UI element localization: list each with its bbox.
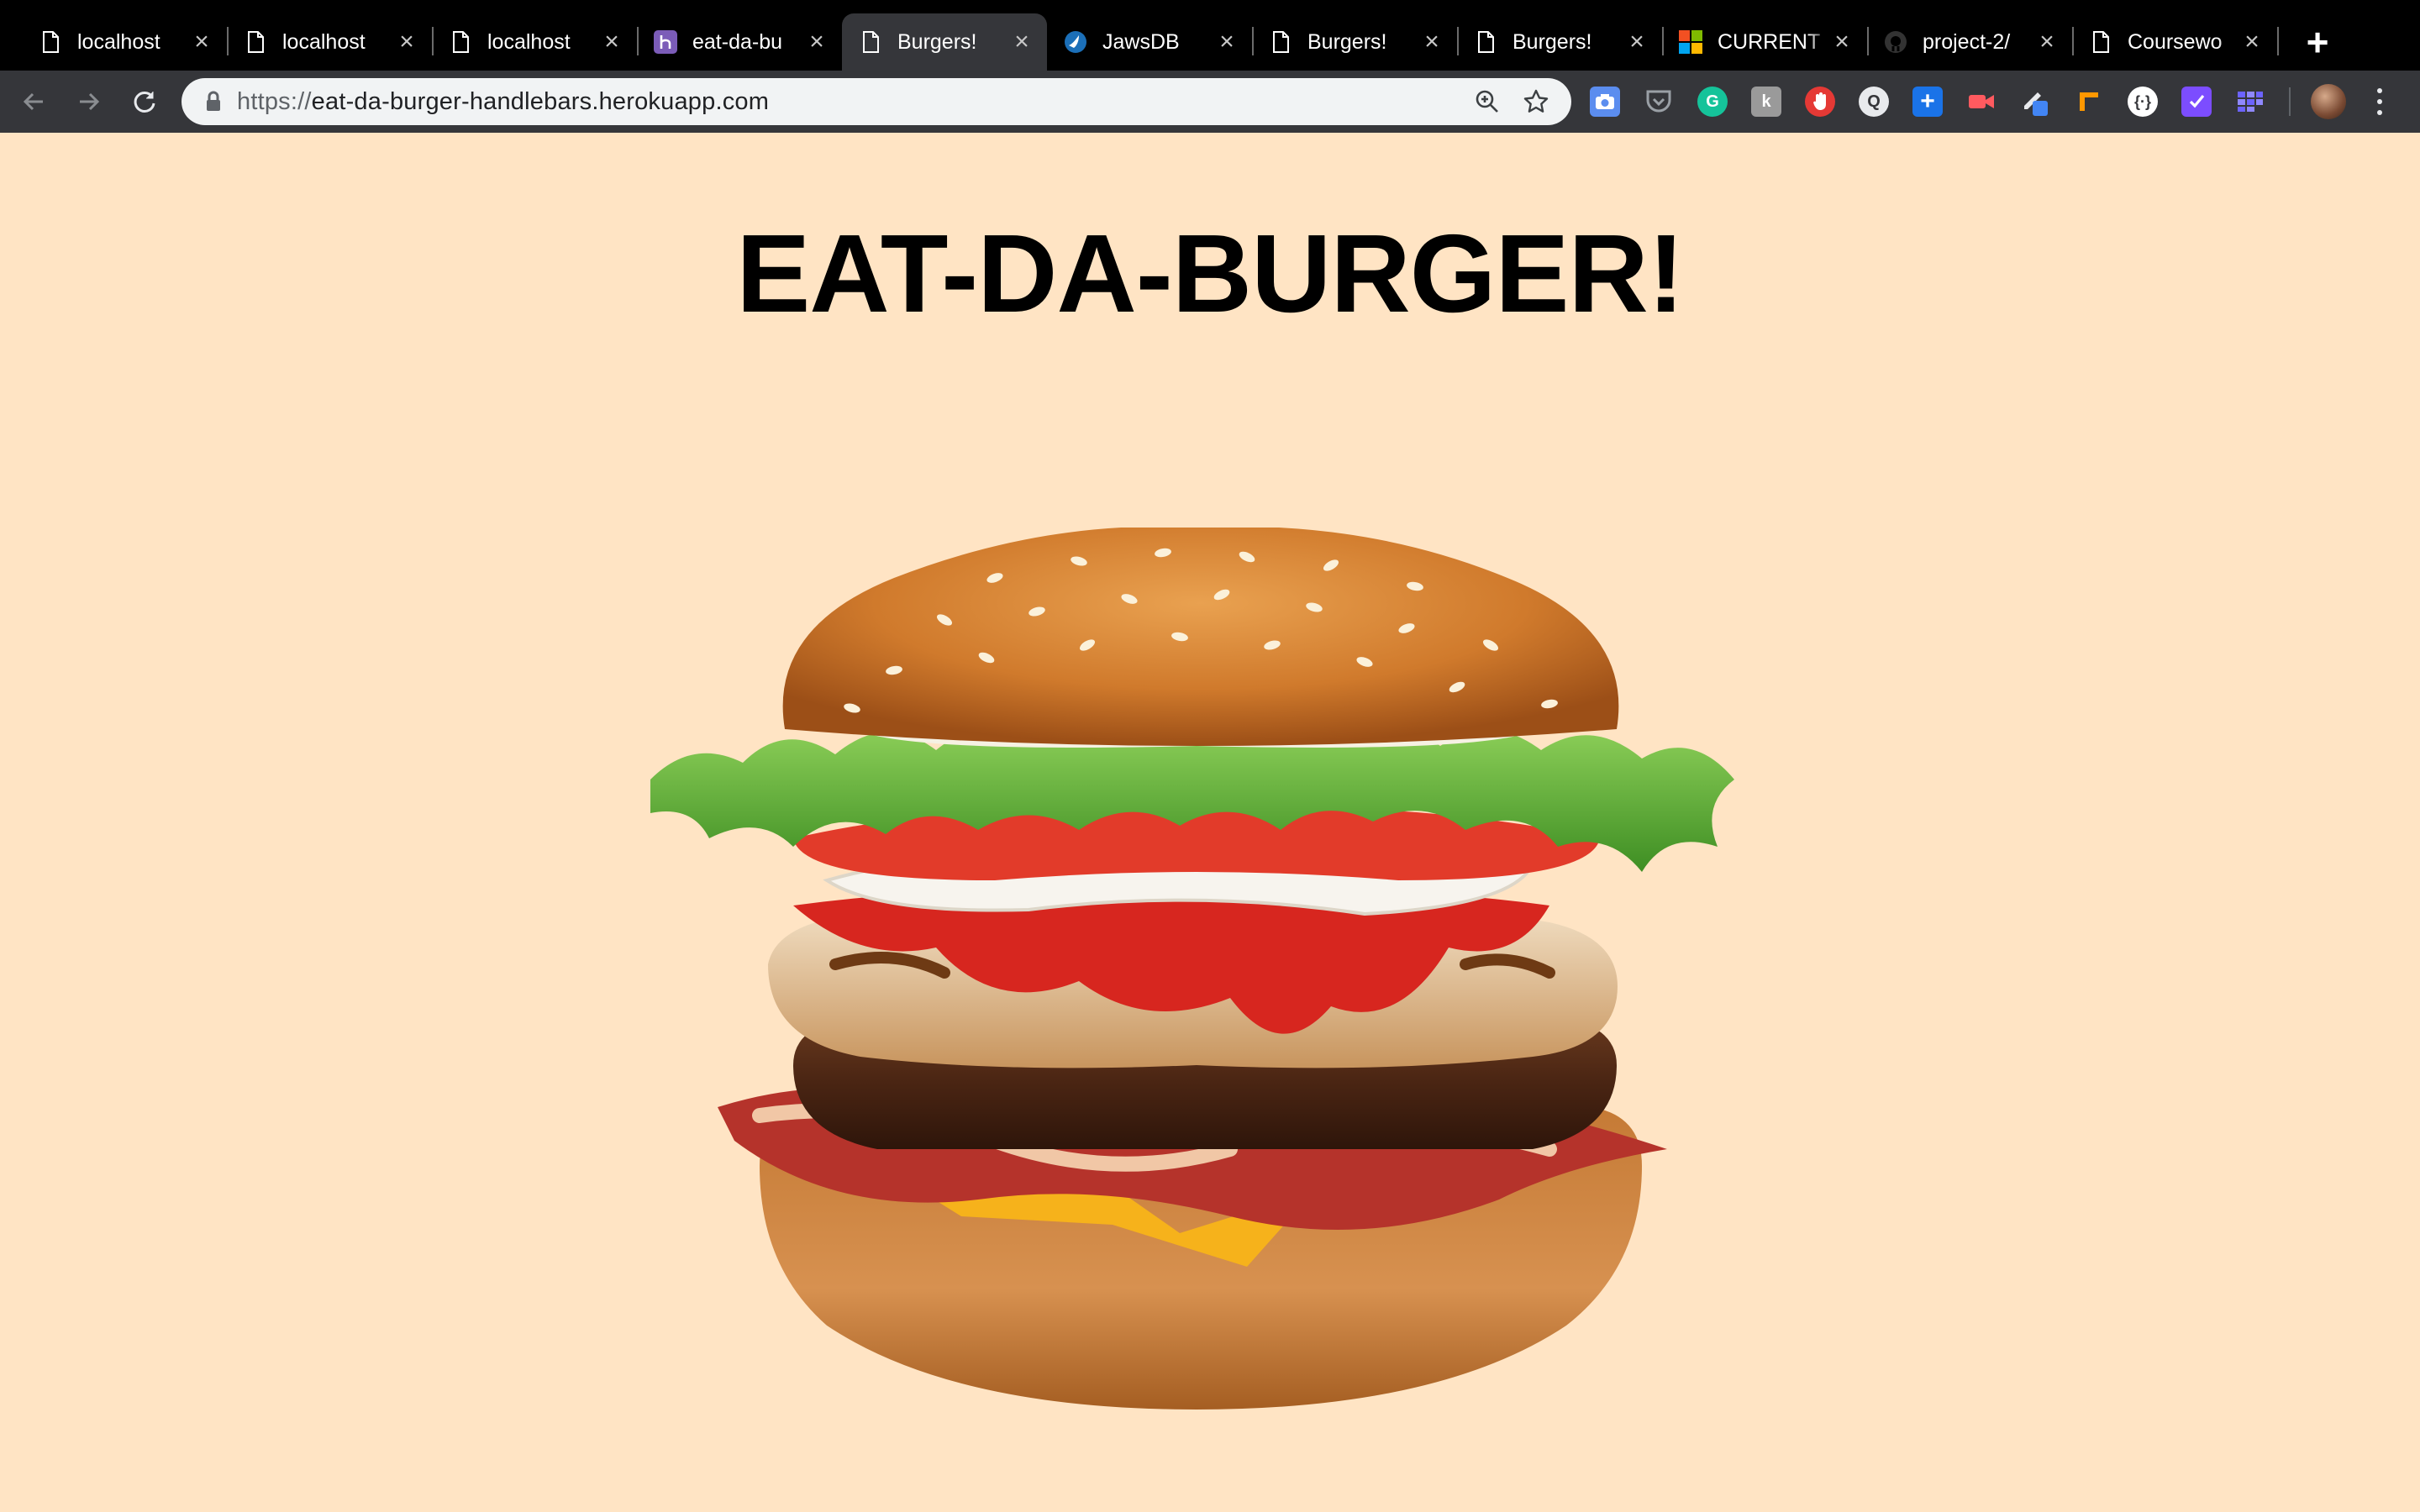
plus-icon: + bbox=[2306, 20, 2329, 64]
browser-toolbar: https://eat-da-burger-handlebars.herokua… bbox=[0, 71, 2420, 133]
tab-burgers-3[interactable]: Burgers! × bbox=[1457, 13, 1664, 71]
tab-title: Burgers! bbox=[1512, 29, 1592, 54]
close-icon[interactable]: × bbox=[1830, 29, 1854, 55]
page-icon bbox=[859, 30, 882, 54]
close-icon[interactable]: × bbox=[600, 29, 623, 55]
close-icon[interactable]: × bbox=[1215, 29, 1239, 55]
add-plus-icon[interactable]: + bbox=[1912, 87, 1943, 117]
tab-localhost-1[interactable]: localhost × bbox=[22, 13, 229, 71]
profile-avatar[interactable] bbox=[2311, 84, 2346, 119]
pen-edit-icon[interactable] bbox=[2020, 87, 2050, 117]
code-braces-icon[interactable]: {·} bbox=[2128, 87, 2158, 117]
tab-jawsdb[interactable]: JawsDB × bbox=[1047, 13, 1254, 71]
tab-title: JawsDB bbox=[1102, 29, 1180, 54]
close-icon[interactable]: × bbox=[2035, 29, 2059, 55]
close-icon[interactable]: × bbox=[190, 29, 213, 55]
address-bar[interactable]: https://eat-da-burger-handlebars.herokua… bbox=[182, 78, 1571, 125]
microsoft-icon bbox=[1679, 30, 1702, 54]
grid-extension-icon[interactable] bbox=[2235, 87, 2265, 117]
jawsdb-icon bbox=[1064, 30, 1087, 54]
arrow-left-icon bbox=[23, 92, 43, 111]
menu-dots-icon[interactable] bbox=[2371, 85, 2388, 118]
tab-heroku-app[interactable]: eat-da-bu × bbox=[637, 13, 842, 71]
tab-title: Coursewo bbox=[2128, 29, 2223, 54]
pocket-icon[interactable] bbox=[1644, 87, 1674, 117]
close-icon[interactable]: × bbox=[805, 29, 829, 55]
reload-button[interactable] bbox=[123, 80, 166, 123]
extension-k-icon[interactable]: k bbox=[1751, 87, 1781, 117]
close-icon[interactable]: × bbox=[395, 29, 418, 55]
ruler-measure-icon[interactable] bbox=[2074, 87, 2104, 117]
burger-photo bbox=[650, 528, 1734, 1410]
tab-burgers-active[interactable]: Burgers! × bbox=[842, 13, 1047, 71]
toolbar-divider bbox=[2289, 87, 2291, 116]
back-button[interactable] bbox=[12, 80, 55, 123]
page-icon bbox=[1269, 30, 1292, 54]
tab-title: project-2/ bbox=[1923, 29, 2011, 54]
video-record-icon[interactable] bbox=[1966, 87, 1996, 117]
tab-burgers-2[interactable]: Burgers! × bbox=[1252, 13, 1459, 71]
tab-title: CURRENT bbox=[1718, 29, 1821, 54]
close-icon[interactable]: × bbox=[1625, 29, 1649, 55]
zoom-icon[interactable] bbox=[1470, 85, 1504, 118]
url-host: eat-da-burger-handlebars.herokuapp.com bbox=[311, 87, 770, 115]
extensions-area: G k Q + {·} bbox=[1590, 71, 2388, 133]
page-title: EAT-DA-BURGER! bbox=[736, 212, 1684, 335]
page-icon bbox=[2089, 30, 2112, 54]
tab-title: Burgers! bbox=[1307, 29, 1387, 54]
tab-localhost-3[interactable]: localhost × bbox=[432, 13, 639, 71]
page-content: EAT-DA-BURGER! bbox=[0, 133, 2420, 1512]
tab-coursework[interactable]: Coursewo × bbox=[2072, 13, 2279, 71]
screenshot-extension-icon[interactable] bbox=[1590, 87, 1620, 117]
stop-hand-icon[interactable] bbox=[1805, 87, 1835, 117]
tab-title: Burgers! bbox=[897, 29, 977, 54]
page-icon bbox=[244, 30, 267, 54]
extension-q-icon[interactable]: Q bbox=[1859, 87, 1889, 117]
new-tab-button[interactable]: + bbox=[2294, 18, 2341, 66]
tab-divider bbox=[2277, 27, 2279, 55]
forward-button[interactable] bbox=[67, 80, 111, 123]
page-icon bbox=[449, 30, 472, 54]
close-icon[interactable]: × bbox=[1420, 29, 1444, 55]
reload-icon bbox=[134, 91, 155, 113]
arrow-right-icon bbox=[80, 92, 100, 111]
tab-title: localhost bbox=[77, 29, 160, 54]
url-text[interactable]: https://eat-da-burger-handlebars.herokua… bbox=[237, 88, 1455, 116]
page-icon bbox=[39, 30, 62, 54]
tab-title: localhost bbox=[282, 29, 366, 54]
tab-project-2[interactable]: project-2/ × bbox=[1867, 13, 2074, 71]
url-scheme: https:// bbox=[237, 87, 312, 115]
tab-strip: localhost × localhost × localhost × eat-… bbox=[0, 0, 2420, 71]
tab-current[interactable]: CURRENT × bbox=[1662, 13, 1869, 71]
tab-localhost-2[interactable]: localhost × bbox=[227, 13, 434, 71]
grammarly-icon[interactable]: G bbox=[1697, 87, 1728, 117]
close-icon[interactable]: × bbox=[2240, 29, 2264, 55]
checkbox-extension-icon[interactable] bbox=[2181, 87, 2212, 117]
tab-title: localhost bbox=[487, 29, 571, 54]
close-icon[interactable]: × bbox=[1010, 29, 1034, 55]
github-icon bbox=[1884, 30, 1907, 54]
bookmark-star-icon[interactable] bbox=[1519, 85, 1553, 118]
lock-icon[interactable] bbox=[202, 85, 225, 118]
tab-title: eat-da-bu bbox=[692, 29, 783, 54]
heroku-icon bbox=[654, 30, 677, 54]
page-icon bbox=[1474, 30, 1497, 54]
